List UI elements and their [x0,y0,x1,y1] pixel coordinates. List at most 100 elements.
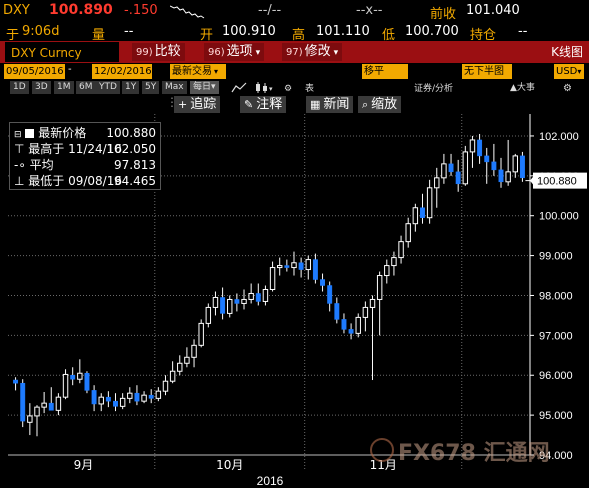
period-1y[interactable]: 1Y [122,81,140,94]
candle-body-up [412,207,419,225]
compare-button[interactable]: 99) 比较 [132,43,185,61]
candle-body-down [113,400,118,407]
legend-last: ⊟ 最新价格 [14,126,86,141]
magnifier-icon: ⌕ [362,98,369,111]
candle-body-up [398,241,404,259]
y-tick-label: 98.000 [539,290,573,302]
candle-body-up [191,344,197,358]
candle-icon[interactable]: ▾ [254,81,276,94]
chevron-down-icon: ▾ [577,67,582,76]
candle-body-down [70,374,76,380]
candle-body-down [312,259,318,280]
y-tick-label: 102.000 [539,131,579,143]
candle-body-up [162,380,169,392]
collapse-icon[interactable]: ⊟ [14,130,22,140]
prev-close-value: 101.040 [466,3,520,18]
mode-select[interactable]: 移平 [362,64,408,79]
start-date-input[interactable]: 09/05/2016 [4,64,65,79]
candle-body-up [77,372,83,380]
high-value: 101.110 [316,24,370,39]
track-button[interactable]: + 追踪 [174,96,221,113]
candle-body-down [84,372,90,391]
end-date-input[interactable]: 12/02/2016 [92,64,152,79]
candle-body-up [376,275,383,300]
candle-body-up [405,223,411,243]
candle-body-down [320,279,326,286]
zoom-button[interactable]: ▲大事 [510,80,535,93]
quote-detail-row: 于 9:06d 量 -- 开 100.910 高 101.110 低 100.7… [0,21,589,43]
candle-body-up [276,265,283,269]
x-year-label: 2016 [257,474,284,488]
date-range-row: 09/05/2016 - 12/02/2016 最新交易 ▾ 移平 无下半图 US… [0,63,589,80]
settings-icon[interactable]: ⚙ [283,81,295,94]
x-month-label: 10月 [216,458,243,472]
edit-button[interactable]: 97) 修改 ▾ [282,43,343,61]
period-1d[interactable]: 1D [10,81,29,94]
legend-high-value: 102.050 [106,142,156,156]
period-1m[interactable]: 1M [54,81,74,94]
compare-num: 99) [136,47,153,58]
line-chart-icon[interactable] [230,81,248,94]
security-field[interactable]: DXY Curncy [4,41,120,63]
lower-chart-select[interactable]: 无下半图 [462,64,512,79]
zoom-label: 大事 [516,83,535,93]
gear-icon[interactable]: ⚙ [562,81,574,94]
candle-body-up [141,394,147,402]
svg-text:⚙: ⚙ [563,83,572,94]
period-5y[interactable]: 5Y [142,81,160,94]
candle-body-up [355,316,361,334]
candle-body-up [205,306,212,324]
candle-body-down [477,139,483,157]
candle-body-up [177,362,183,372]
last-trade-select[interactable]: 最新交易 ▾ [170,64,226,79]
candle-body-down [348,329,354,334]
zoom-tool-button[interactable]: ⌕ 缩放 [358,96,402,113]
y-tick-label: 95.000 [539,410,573,422]
open-value: 100.910 [222,24,276,39]
options-button[interactable]: 96) 选项 ▾ [204,43,265,61]
period-3d[interactable]: 3D [32,81,51,94]
table-button[interactable]: 表 [305,81,314,94]
low-value: 100.700 [405,24,459,39]
period-6m[interactable]: 6M [76,81,96,94]
currency-select[interactable]: USD▾ [554,64,584,79]
news-button[interactable]: ▦ 新闻 [306,96,354,113]
track-label: 追踪 [190,97,217,112]
bid-ask: --/-- [258,3,282,18]
y-tick-label: 97.000 [539,330,573,342]
candle-body-down [148,394,154,399]
candle-body-up [34,406,40,417]
currency-label: USD [556,66,578,77]
legend-low-value: 94.465 [114,174,156,188]
period-select[interactable]: 每日▾ [190,81,219,94]
svg-text:⚙: ⚙ [284,84,292,94]
candle-body-up [462,151,469,185]
candle-body-down [455,171,461,185]
annotate-button[interactable]: ✎ 注释 [240,96,287,113]
candle-body-up [184,356,190,364]
last-trade-label: 最新交易 [172,66,212,77]
period-row: 1D 3D 1M 6M YTD 1Y 5Y Max 每日▾ ▾ ⚙ 表 证券/分… [0,80,589,95]
chevron-down-icon: ▾ [211,82,216,92]
period-max[interactable]: Max [162,81,187,94]
period-ytd[interactable]: YTD [96,81,120,94]
candle-body-down [341,319,347,330]
analysis-button[interactable]: 证券/分析 [414,81,453,94]
candle-body-down [519,155,525,179]
legend-last-value: 100.880 [106,126,156,140]
candle-body-down [448,163,454,173]
function-toolbar: DXY Curncy 99) 比较 96) 选项 ▾ 97) 修改 ▾ K线图 [0,41,589,63]
dropdown-icon: ▾ [255,48,261,58]
candle-body-up [169,370,176,382]
zoom-tool-label: 缩放 [371,97,398,112]
legend-box: ⊟ 最新价格 100.880 ⊤ 最高于 11/24/16 102.050 -∘… [9,122,161,190]
candle-body-up [269,267,276,290]
volume-value: -- [124,24,134,39]
legend-avg-label: 平均 [29,158,54,172]
chart-type-label: K线图 [551,45,583,59]
candle-body-up [127,392,133,399]
candle-body-down [20,382,26,422]
last-price-label: 100.880 [537,176,577,188]
candle-body-down [134,392,140,402]
date-dash: - [68,64,72,75]
